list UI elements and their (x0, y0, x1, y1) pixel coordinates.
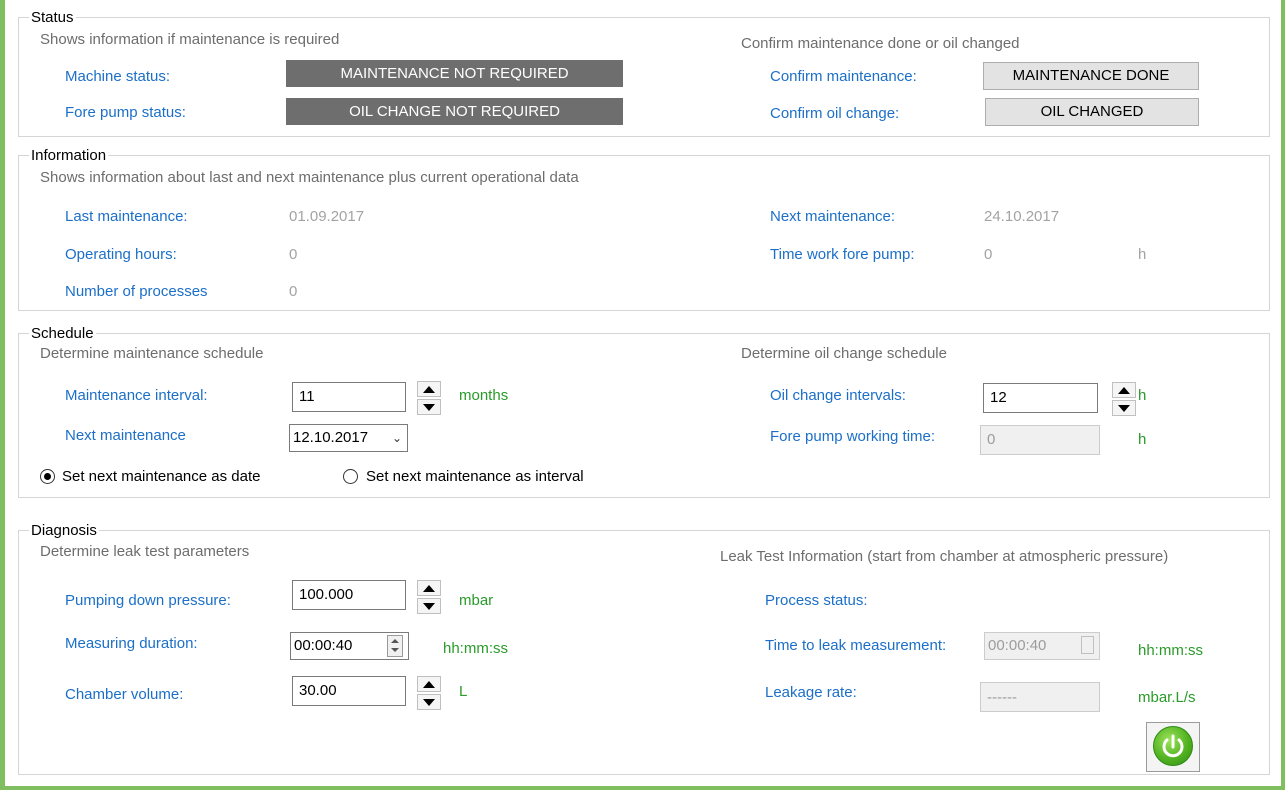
fore-pump-status-value: OIL CHANGE NOT REQUIRED (286, 98, 623, 125)
maintenance-done-button[interactable]: MAINTENANCE DONE (983, 62, 1199, 90)
pumping-down-pressure-spinner[interactable] (417, 580, 441, 614)
information-subtitle: Shows information about last and next ma… (40, 169, 579, 186)
chamber-volume-input[interactable]: 30.00 (292, 676, 406, 706)
oil-change-intervals-unit: h (1138, 387, 1147, 404)
pumping-down-pressure-label: Pumping down pressure: (65, 592, 231, 609)
spin-up-icon[interactable] (417, 580, 441, 596)
fore-pump-time-label: Time work fore pump: (770, 246, 915, 263)
machine-status-label: Machine status: (65, 68, 171, 85)
spin-down-icon[interactable] (417, 694, 441, 710)
radio-set-as-interval-label[interactable]: Set next maintenance as interval (366, 468, 584, 486)
diagnosis-subtitle-left: Determine leak test parameters (40, 543, 250, 560)
machine-status-value: MAINTENANCE NOT REQUIRED (286, 60, 623, 87)
status-subtitle-right: Confirm maintenance done or oil changed (741, 35, 1020, 52)
time-to-leak-measurement-value: 00:00:40 (988, 637, 1047, 654)
diagnosis-subtitle-right: Leak Test Information (start from chambe… (720, 548, 1169, 565)
operating-hours-label: Operating hours: (65, 246, 177, 263)
measuring-duration-unit: hh:mm:ss (443, 640, 509, 657)
number-of-processes-label: Number of processes (65, 283, 208, 300)
spin-down-icon[interactable] (1112, 400, 1136, 416)
fore-pump-working-time-label: Fore pump working time: (770, 428, 936, 445)
fore-pump-working-time-input: 0 (980, 425, 1100, 455)
fore-pump-time-value: 0 (984, 246, 993, 263)
window-frame-right (1281, 0, 1285, 790)
oil-change-intervals-spinner[interactable] (1112, 382, 1136, 416)
radio-set-as-date-label[interactable]: Set next maintenance as date (62, 468, 260, 486)
power-icon (1162, 734, 1184, 758)
process-status-label: Process status: (765, 592, 868, 609)
spin-up-icon[interactable] (391, 639, 399, 643)
start-leak-test-button[interactable] (1146, 722, 1200, 772)
status-subtitle-left: Shows information if maintenance is requ… (40, 31, 340, 48)
measuring-duration-spinner[interactable] (387, 635, 403, 657)
next-maintenance-date-picker[interactable]: 12.10.2017 ⌄ (289, 424, 408, 452)
radio-set-as-date[interactable] (40, 469, 55, 484)
pumping-down-pressure-input[interactable]: 100.000 (292, 580, 406, 610)
operating-hours-value: 0 (289, 246, 298, 263)
status-group-title: Status (29, 9, 76, 26)
last-maintenance-label: Last maintenance: (65, 208, 188, 225)
measuring-duration-label: Measuring duration: (65, 635, 198, 652)
chamber-volume-label: Chamber volume: (65, 686, 184, 703)
window-frame-bottom (0, 786, 1285, 790)
diagnosis-group-title: Diagnosis (29, 522, 99, 539)
radio-set-as-interval[interactable] (343, 469, 358, 484)
leakage-rate-input: ------ (980, 682, 1100, 712)
spin-up-icon[interactable] (417, 676, 441, 692)
window-frame-left (0, 0, 5, 790)
oil-change-intervals-label: Oil change intervals: (770, 387, 906, 404)
confirm-maintenance-label: Confirm maintenance: (770, 68, 917, 85)
oil-changed-button[interactable]: OIL CHANGED (985, 98, 1199, 126)
chevron-down-icon[interactable]: ⌄ (392, 425, 402, 451)
leakage-rate-unit: mbar.L/s (1138, 689, 1196, 706)
maintenance-interval-input[interactable]: 11 (292, 382, 406, 412)
number-of-processes-value: 0 (289, 283, 298, 300)
maintenance-interval-unit: months (459, 387, 509, 404)
time-to-leak-measurement-unit: hh:mm:ss (1138, 642, 1204, 659)
chamber-volume-spinner[interactable] (417, 676, 441, 710)
pumping-down-pressure-unit: mbar (459, 592, 494, 609)
next-maintenance-info-label: Next maintenance: (770, 208, 896, 225)
last-maintenance-value: 01.09.2017 (289, 208, 365, 225)
information-group-title: Information (29, 147, 109, 164)
schedule-group-title: Schedule (29, 325, 96, 342)
confirm-oil-change-label: Confirm oil change: (770, 105, 900, 122)
spin-down-icon[interactable] (391, 648, 399, 652)
measuring-duration-value: 00:00:40 (294, 637, 353, 654)
chamber-volume-unit: L (459, 683, 468, 700)
spin-up-icon[interactable] (1112, 382, 1136, 398)
fore-pump-working-time-unit: h (1138, 431, 1147, 448)
next-maintenance-info-value: 24.10.2017 (984, 208, 1060, 225)
fore-pump-time-unit: h (1138, 246, 1147, 263)
time-to-leak-spinner-icon (1081, 636, 1094, 654)
spin-down-icon[interactable] (417, 598, 441, 614)
spin-down-icon[interactable] (417, 399, 441, 415)
time-to-leak-measurement-label: Time to leak measurement: (765, 637, 947, 654)
next-maintenance-label: Next maintenance (65, 427, 186, 444)
fore-pump-status-label: Fore pump status: (65, 104, 186, 121)
leakage-rate-label: Leakage rate: (765, 684, 857, 701)
schedule-subtitle-right: Determine oil change schedule (741, 345, 947, 362)
spin-up-icon[interactable] (417, 381, 441, 397)
maintenance-interval-spinner[interactable] (417, 381, 441, 415)
maintenance-interval-label: Maintenance interval: (65, 387, 208, 404)
schedule-subtitle-left: Determine maintenance schedule (40, 345, 264, 362)
next-maintenance-date-value: 12.10.2017 (293, 429, 369, 446)
oil-change-intervals-input[interactable]: 12 (983, 383, 1098, 413)
